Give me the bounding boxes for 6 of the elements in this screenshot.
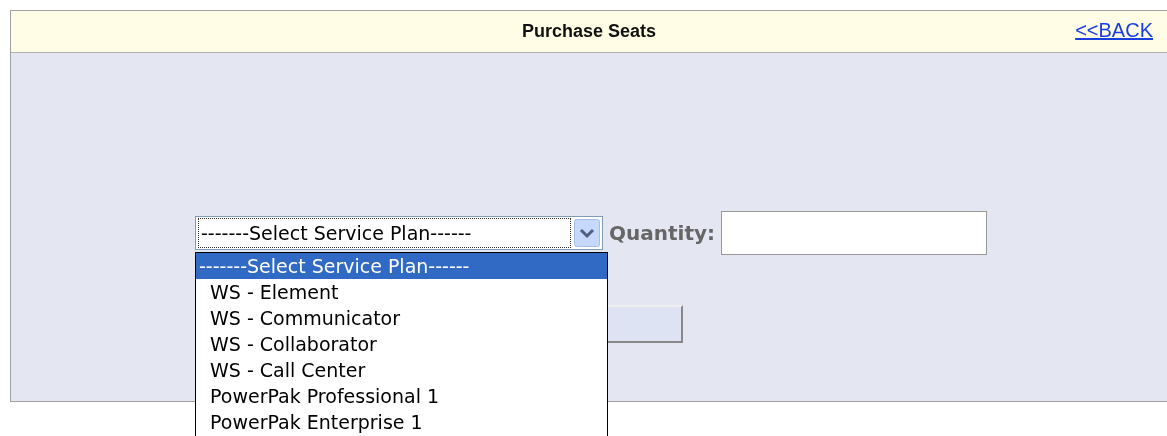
page-title: Purchase Seats [521, 21, 657, 42]
quantity-label: Quantity: [609, 221, 715, 245]
dropdown-option[interactable]: -------Select Service Plan------ [196, 253, 607, 279]
back-link[interactable]: <<BACK [1075, 19, 1153, 42]
service-plan-select[interactable]: -------Select Service Plan------ [195, 216, 603, 250]
quantity-field[interactable] [721, 211, 987, 255]
